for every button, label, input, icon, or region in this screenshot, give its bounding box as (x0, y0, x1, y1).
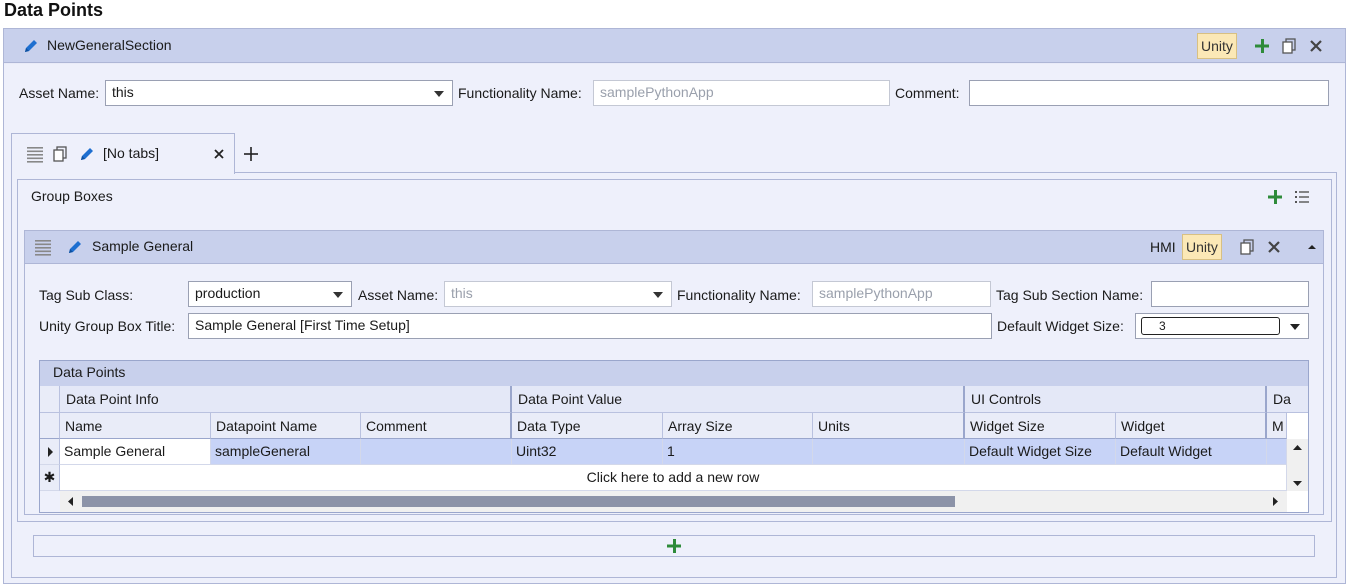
close-tab-icon[interactable] (208, 143, 230, 165)
default-widget-size-dropdown[interactable]: 3 (1135, 313, 1309, 339)
add-group-box-plus-icon[interactable] (1264, 186, 1286, 208)
column-header-data-type[interactable]: Data Type (512, 413, 663, 439)
edit-group-box-pencil-icon[interactable] (64, 236, 86, 258)
copy-group-box-icon[interactable] (1236, 236, 1258, 258)
asset-name-dropdown[interactable]: this (105, 80, 453, 106)
cell-widget[interactable]: Default Widget (1116, 439, 1267, 465)
cell-comment[interactable] (361, 439, 512, 465)
cell-truncated[interactable] (1267, 439, 1287, 465)
new-row-asterisk-icon: ✱ (40, 465, 60, 491)
tag-sub-section-label: Tag Sub Section Name: (996, 287, 1144, 303)
band-data-point-value: Data Point Value (512, 386, 965, 413)
tab-label[interactable]: [No tabs] (103, 145, 159, 161)
grid-title: Data Points (40, 361, 1308, 386)
hmi-label[interactable]: HMI (1150, 239, 1176, 255)
add-tab-plus-icon[interactable] (240, 143, 262, 165)
comment-label: Comment: (895, 85, 960, 101)
group-boxes-title: Group Boxes (31, 188, 113, 204)
cell-units[interactable] (813, 439, 965, 465)
cell-widget-size[interactable]: Default Widget Size (965, 439, 1116, 465)
vertical-scrollbar[interactable] (1287, 439, 1308, 491)
edit-tab-pencil-icon[interactable] (76, 143, 98, 165)
list-icon[interactable] (1291, 186, 1313, 208)
new-row-prompt[interactable]: Click here to add a new row (60, 465, 1287, 491)
column-header-widget[interactable]: Widget (1116, 413, 1267, 439)
gb-functionality-name-label: Functionality Name: (677, 287, 801, 303)
collapse-chevron-up-icon[interactable] (1301, 236, 1323, 258)
unity-group-box-title-field[interactable]: Sample General [First Time Setup] (188, 313, 992, 339)
gb-asset-name-label: Asset Name: (358, 287, 439, 303)
column-header-widget-size[interactable]: Widget Size (965, 413, 1116, 439)
tag-sub-class-label: Tag Sub Class: (39, 287, 134, 303)
add-plus-icon[interactable] (1251, 35, 1273, 57)
scroll-corner (40, 491, 60, 512)
page-title: Data Points (4, 0, 104, 20)
copy-icon[interactable] (1278, 35, 1300, 57)
unity-badge[interactable]: Unity (1197, 33, 1237, 59)
close-icon[interactable] (1305, 35, 1327, 57)
edit-section-pencil-icon[interactable] (20, 35, 42, 57)
column-header-selector (40, 413, 60, 439)
drag-handle-icon[interactable] (24, 143, 46, 165)
cell-name[interactable]: Sample General (60, 439, 211, 465)
grid-corner (40, 386, 60, 413)
gb-functionality-name-field[interactable]: samplePythonApp (812, 281, 991, 307)
cell-data-type[interactable]: Uint32 (512, 439, 663, 465)
group-box-header (24, 230, 1324, 264)
cell-array-size[interactable]: 1 (663, 439, 813, 465)
group-box-drag-handle-icon[interactable] (32, 236, 54, 258)
functionality-name-label: Functionality Name: (458, 85, 582, 101)
default-widget-size-value: 3 (1141, 317, 1280, 335)
close-group-box-icon[interactable] (1263, 236, 1285, 258)
column-header-units[interactable]: Units (813, 413, 965, 439)
column-header-array-size[interactable]: Array Size (663, 413, 813, 439)
cell-datapoint-name[interactable]: sampleGeneral (211, 439, 361, 465)
column-header-truncated[interactable]: M (1267, 413, 1287, 439)
comment-field[interactable] (969, 80, 1329, 106)
default-widget-size-label: Default Widget Size: (997, 318, 1124, 334)
horizontal-scroll-thumb[interactable] (82, 496, 955, 507)
section-header (4, 29, 1345, 63)
functionality-name-field[interactable]: samplePythonApp (593, 80, 890, 106)
add-group-box-button[interactable] (33, 535, 1315, 557)
band-ui-controls: UI Controls (965, 386, 1267, 413)
band-truncated: Da (1267, 386, 1308, 413)
tag-sub-class-dropdown[interactable]: production (188, 281, 352, 307)
band-data-point-info: Data Point Info (60, 386, 512, 413)
column-header-comment[interactable]: Comment (361, 413, 512, 439)
unity-group-box-title-label: Unity Group Box Title: (39, 318, 176, 334)
asset-name-label: Asset Name: (19, 85, 100, 101)
row-selector[interactable] (40, 439, 60, 465)
group-box-unity-badge[interactable]: Unity (1182, 234, 1222, 260)
column-header-name[interactable]: Name (60, 413, 211, 439)
gb-asset-name-dropdown[interactable]: this (444, 281, 672, 307)
section-name: NewGeneralSection (47, 37, 172, 53)
chevron-down-icon (1290, 324, 1300, 330)
copy-tab-icon[interactable] (49, 143, 71, 165)
column-header-datapoint-name[interactable]: Datapoint Name (211, 413, 361, 439)
horizontal-scrollbar[interactable] (60, 491, 1287, 512)
add-plus-icon (667, 539, 681, 553)
tag-sub-section-field[interactable] (1151, 281, 1309, 307)
group-box-name: Sample General (92, 238, 194, 254)
